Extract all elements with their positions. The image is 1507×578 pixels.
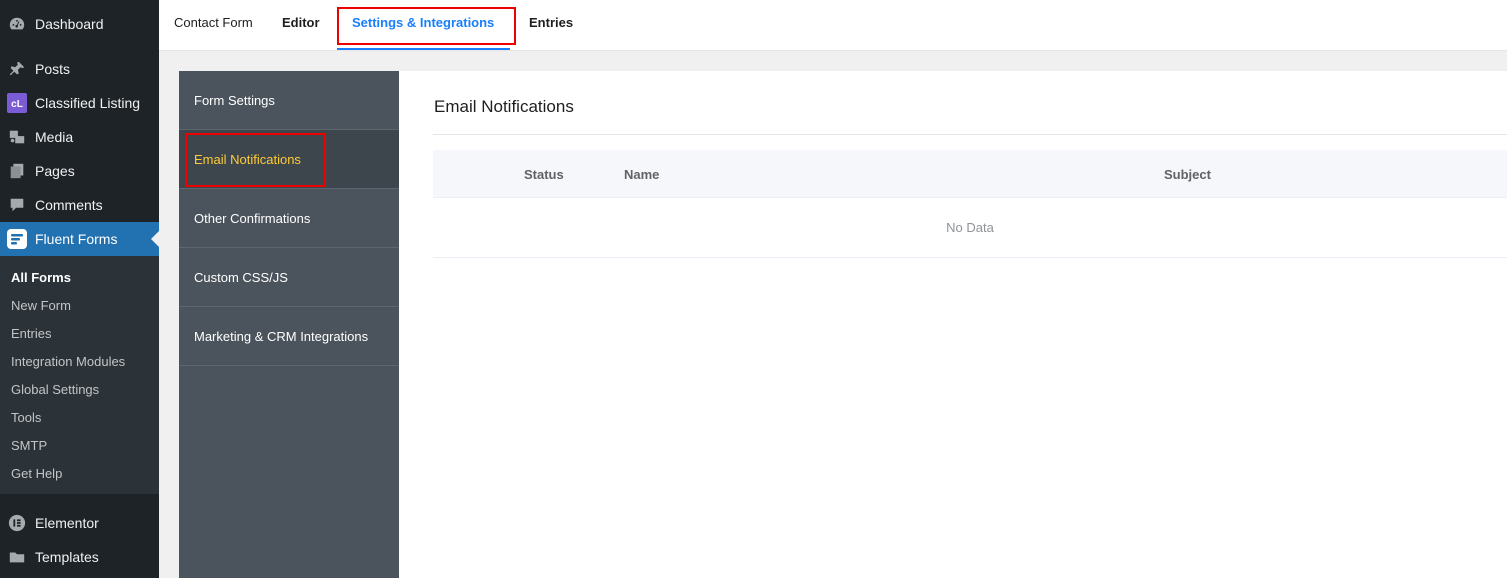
svg-text:cL: cL: [11, 99, 23, 110]
settings-nav-other-confirmations[interactable]: Other Confirmations: [179, 189, 399, 248]
pin-icon: [7, 59, 27, 79]
submenu-get-help[interactable]: Get Help: [11, 466, 62, 481]
menu-classified-listing[interactable]: cL Classified Listing: [0, 86, 159, 120]
menu-media[interactable]: Media: [0, 120, 159, 154]
settings-nav-marketing-crm[interactable]: Marketing & CRM Integrations: [179, 307, 399, 366]
menu-label: Comments: [35, 197, 103, 213]
divider: [433, 134, 1507, 135]
submenu-all-forms[interactable]: All Forms: [11, 270, 71, 285]
fluent-forms-submenu: All Forms New Form Entries Integration M…: [0, 256, 159, 494]
menu-label: Dashboard: [35, 16, 104, 32]
admin-sidebar: Dashboard Posts cL Classified Listing Me…: [0, 0, 159, 578]
submenu-tools[interactable]: Tools: [11, 410, 41, 425]
elementor-icon: [7, 513, 27, 533]
settings-nav-custom-css-js[interactable]: Custom CSS/JS: [179, 248, 399, 307]
active-tab-indicator: [337, 48, 510, 50]
submenu-global-settings[interactable]: Global Settings: [11, 382, 99, 397]
dashboard-icon: [7, 14, 27, 34]
menu-label: Media: [35, 129, 74, 145]
empty-table-message: No Data: [433, 198, 1507, 258]
pages-icon: [7, 161, 27, 181]
submenu-smtp[interactable]: SMTP: [11, 438, 47, 453]
column-header-subject: Subject: [1164, 167, 1211, 182]
folder-icon: [7, 547, 27, 567]
menu-label: Classified Listing: [35, 95, 141, 111]
media-icon: [7, 127, 27, 147]
annotation-highlight-box: [337, 7, 516, 45]
settings-nav-form-settings[interactable]: Form Settings: [179, 71, 399, 130]
fluent-forms-icon: [7, 229, 27, 249]
menu-pages[interactable]: Pages: [0, 154, 159, 188]
form-tabs-bar: Contact Form Editor Settings & Integrati…: [159, 0, 1507, 51]
menu-label: Templates: [35, 549, 99, 565]
menu-label: Fluent Forms: [35, 231, 118, 247]
form-name-label: Contact Form: [174, 15, 253, 30]
settings-nav: Form Settings Email Notifications Other …: [179, 71, 399, 578]
column-header-status: Status: [524, 167, 564, 182]
menu-label: Posts: [35, 61, 71, 77]
menu-fluent-forms[interactable]: Fluent Forms: [0, 222, 159, 256]
content-panel: Email Notifications Status Name Subject …: [399, 71, 1507, 578]
menu-comments[interactable]: Comments: [0, 188, 159, 222]
menu-posts[interactable]: Posts: [0, 52, 159, 86]
menu-templates[interactable]: Templates: [0, 540, 159, 574]
comment-icon: [7, 195, 27, 215]
classified-listing-icon: cL: [7, 93, 27, 113]
submenu-new-form[interactable]: New Form: [11, 298, 71, 313]
menu-label: Pages: [35, 163, 75, 179]
tab-editor[interactable]: Editor: [282, 15, 320, 30]
submenu-integration-modules[interactable]: Integration Modules: [11, 354, 125, 369]
submenu-entries[interactable]: Entries: [11, 326, 51, 341]
tab-entries[interactable]: Entries: [529, 15, 573, 30]
page-title: Email Notifications: [434, 97, 574, 116]
menu-elementor[interactable]: Elementor: [0, 506, 159, 540]
menu-dashboard[interactable]: Dashboard: [0, 7, 159, 41]
annotation-highlight-box: [185, 133, 326, 187]
column-header-name: Name: [624, 167, 660, 182]
menu-label: Elementor: [35, 515, 99, 531]
table-header: Status Name Subject: [433, 150, 1507, 198]
